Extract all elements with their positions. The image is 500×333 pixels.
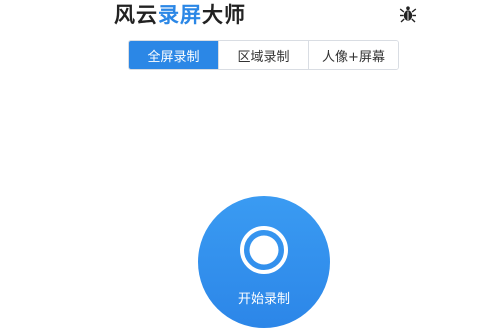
bug-icon[interactable] — [397, 3, 419, 25]
app-title-part3: 大师 — [202, 3, 246, 27]
app-title-part1: 风云 — [114, 3, 158, 27]
start-record-button[interactable]: 开始录制 — [198, 196, 330, 328]
app-window: 风云录屏大师 全屏录制 区域录制 人像+屏幕 开始录制 — [0, 0, 500, 333]
tab-fullscreen-record[interactable]: 全屏录制 — [129, 41, 218, 69]
record-circle-icon — [240, 226, 288, 274]
app-title-part2: 录屏 — [158, 3, 202, 27]
tab-portrait-screen[interactable]: 人像+屏幕 — [308, 41, 398, 69]
record-mode-tabs: 全屏录制 区域录制 人像+屏幕 — [128, 40, 399, 70]
tab-region-record[interactable]: 区域录制 — [218, 41, 308, 69]
app-title: 风云录屏大师 — [114, 2, 246, 28]
start-record-label: 开始录制 — [237, 292, 290, 307]
